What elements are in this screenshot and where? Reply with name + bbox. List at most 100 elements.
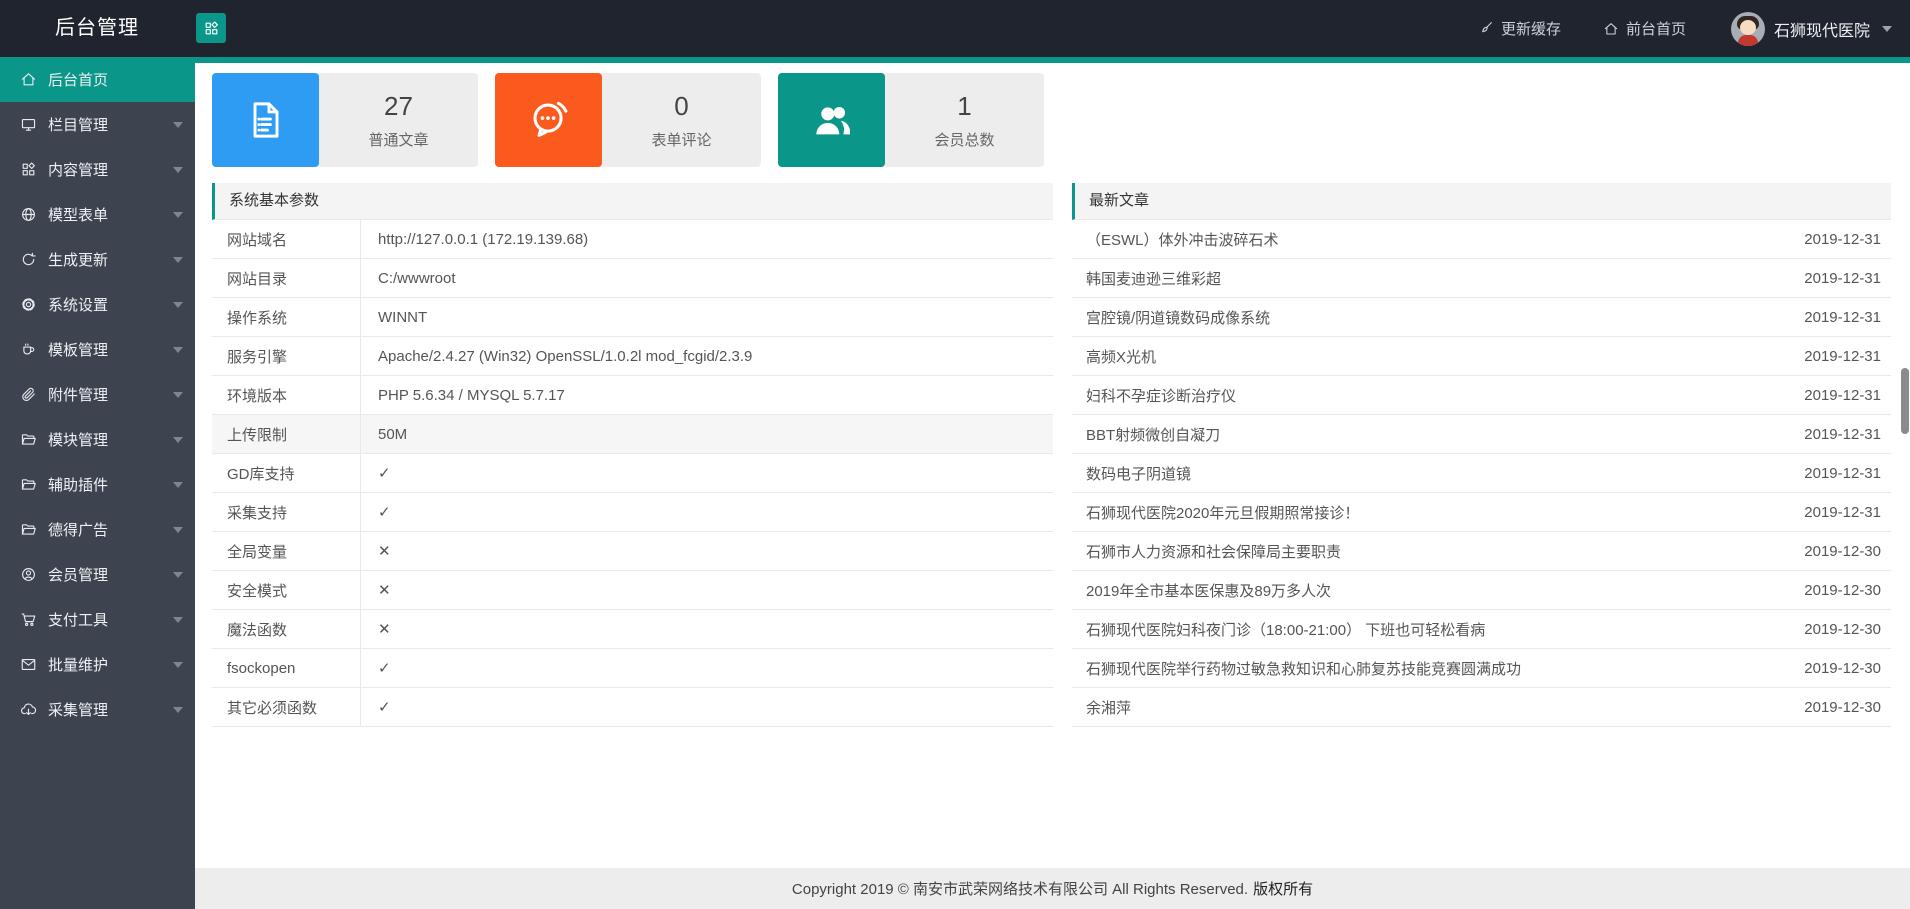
cross-mark: ✕ — [361, 610, 1053, 648]
sidebar-item-batch-maintenance[interactable]: 批量维护 — [0, 642, 195, 687]
article-link[interactable]: （ESWL）体外冲击波碎石术 — [1072, 229, 1804, 250]
latest-articles-panel: 最新文章 （ESWL）体外冲击波碎石术2019-12-31 韩国麦迪逊三维彩超2… — [1072, 183, 1891, 727]
avatar-face — [1740, 20, 1756, 35]
chevron-down-icon — [173, 572, 183, 578]
sidebar-item-content-mgmt[interactable]: 内容管理 — [0, 147, 195, 192]
article-link[interactable]: 数码电子阴道镜 — [1072, 463, 1804, 484]
cross-mark: ✕ — [361, 532, 1053, 570]
article-link[interactable]: 余湘萍 — [1072, 697, 1804, 718]
stat-card-members[interactable]: 1 会员总数 — [778, 73, 1044, 167]
article-date: 2019-12-30 — [1804, 660, 1891, 677]
footer: Copyright 2019 © 南安市武荣网络技术有限公司 All Right… — [195, 868, 1910, 909]
stat-value: 1 — [957, 91, 971, 122]
article-link[interactable]: 妇科不孕症诊断治疗仪 — [1072, 385, 1804, 406]
paperclip-icon — [20, 386, 37, 403]
sidebar-item-column-mgmt[interactable]: 栏目管理 — [0, 102, 195, 147]
param-label: 采集支持 — [212, 493, 361, 531]
param-label: 其它必须函数 — [212, 688, 361, 726]
table-row: 网站目录C:/wwwroot — [212, 259, 1053, 298]
folder-icon — [20, 476, 37, 493]
stat-card-articles[interactable]: 27 普通文章 — [212, 73, 478, 167]
top-bar: 后台管理 更新缓存 前台首页 石狮现代医院 — [0, 0, 1910, 57]
sidebar-item-label: 后台首页 — [48, 69, 183, 90]
chevron-down-icon — [173, 707, 183, 713]
sidebar-item-label: 附件管理 — [48, 384, 173, 405]
sidebar-item-generate-update[interactable]: 生成更新 — [0, 237, 195, 282]
check-mark: ✓ — [361, 688, 1053, 726]
chevron-down-icon — [173, 662, 183, 668]
table-row: 妇科不孕症诊断治疗仪2019-12-31 — [1072, 376, 1891, 415]
param-value: Apache/2.4.27 (Win32) OpenSSL/1.0.2l mod… — [361, 337, 1053, 375]
param-label: 魔法函数 — [212, 610, 361, 648]
table-row: 数码电子阴道镜2019-12-31 — [1072, 454, 1891, 493]
sidebar-item-dede-ads[interactable]: 德得广告 — [0, 507, 195, 552]
stat-info: 1 会员总数 — [885, 73, 1044, 167]
chevron-down-icon — [173, 347, 183, 353]
sidebar-item-payment-tools[interactable]: 支付工具 — [0, 597, 195, 642]
rights-link[interactable]: 版权所有 — [1253, 878, 1313, 899]
table-row: 网站域名http://127.0.0.1 (172.19.139.68) — [212, 220, 1053, 259]
article-link[interactable]: 韩国麦迪逊三维彩超 — [1072, 268, 1804, 289]
article-link[interactable]: 石狮现代医院妇科夜门诊（18:00-21:00） 下班也可轻松看病 — [1072, 619, 1804, 640]
front-home-button[interactable]: 前台首页 — [1603, 18, 1686, 39]
article-link[interactable]: 宫腔镜/阴道镜数码成像系统 — [1072, 307, 1804, 328]
article-link[interactable]: 石狮现代医院2020年元旦假期照常接诊！ — [1072, 502, 1804, 523]
article-link[interactable]: 石狮市人力资源和社会保障局主要职责 — [1072, 541, 1804, 562]
sidebar-item-system-settings[interactable]: 系统设置 — [0, 282, 195, 327]
dashboard-grid-button[interactable] — [196, 13, 226, 43]
sidebar-item-template-mgmt[interactable]: 模板管理 — [0, 327, 195, 372]
article-link[interactable]: 2019年全市基本医保惠及89万多人次 — [1072, 580, 1804, 601]
article-date: 2019-12-30 — [1804, 543, 1891, 560]
article-link[interactable]: 高频X光机 — [1072, 346, 1804, 367]
app-title: 后台管理 — [55, 0, 139, 57]
user-circle-icon — [20, 566, 37, 583]
table-row: 石狮现代医院妇科夜门诊（18:00-21:00） 下班也可轻松看病2019-12… — [1072, 610, 1891, 649]
gear-icon — [20, 296, 37, 313]
table-row: 石狮现代医院举行药物过敏急救知识和心肺复苏技能竞赛圆满成功2019-12-30 — [1072, 649, 1891, 688]
sidebar-item-collection-mgmt[interactable]: 采集管理 — [0, 687, 195, 732]
table-row: 操作系统WINNT — [212, 298, 1053, 337]
param-label: 全局变量 — [212, 532, 361, 570]
article-date: 2019-12-30 — [1804, 699, 1891, 716]
article-date: 2019-12-31 — [1804, 426, 1891, 443]
scrollbar-thumb[interactable] — [1901, 368, 1909, 434]
table-row: 高频X光机2019-12-31 — [1072, 337, 1891, 376]
copyright-text: Copyright 2019 © 南安市武荣网络技术有限公司 All Right… — [792, 878, 1248, 899]
article-link[interactable]: BBT射频微创自凝刀 — [1072, 424, 1804, 445]
table-row: 采集支持✓ — [212, 493, 1053, 532]
sidebar-item-model-form[interactable]: 模型表单 — [0, 192, 195, 237]
refresh-icon — [20, 251, 37, 268]
folder-icon — [20, 521, 37, 538]
article-date: 2019-12-31 — [1804, 231, 1891, 248]
article-date: 2019-12-30 — [1804, 621, 1891, 638]
sidebar-item-module-mgmt[interactable]: 模块管理 — [0, 417, 195, 462]
mail-icon — [20, 656, 37, 673]
sidebar-item-member-mgmt[interactable]: 会员管理 — [0, 552, 195, 597]
param-label: GD库支持 — [212, 454, 361, 492]
sidebar-item-backend-home[interactable]: 后台首页 — [0, 57, 195, 102]
param-value: WINNT — [361, 298, 1053, 336]
avatar[interactable] — [1731, 12, 1765, 46]
sidebar-item-attachment-mgmt[interactable]: 附件管理 — [0, 372, 195, 417]
stat-info: 27 普通文章 — [319, 73, 478, 167]
update-cache-button[interactable]: 更新缓存 — [1477, 18, 1561, 39]
table-row: GD库支持✓ — [212, 454, 1053, 493]
chevron-down-icon — [173, 482, 183, 488]
comment-icon — [495, 73, 602, 167]
table-row: （ESWL）体外冲击波碎石术2019-12-31 — [1072, 220, 1891, 259]
param-label: 安全模式 — [212, 571, 361, 609]
panel-title: 最新文章 — [1072, 183, 1891, 220]
sidebar-item-aux-plugins[interactable]: 辅助插件 — [0, 462, 195, 507]
param-label: 上传限制 — [212, 415, 361, 453]
stat-label: 会员总数 — [934, 129, 994, 150]
sidebar: 后台首页 栏目管理 内容管理 模型表单 生成更新 系统设置 模板管理 附件管理 … — [0, 57, 195, 909]
users-icon — [778, 73, 885, 167]
folder-icon — [20, 431, 37, 448]
stat-card-comments[interactable]: 0 表单评论 — [495, 73, 761, 167]
chevron-down-icon[interactable] — [1882, 26, 1892, 32]
article-date: 2019-12-31 — [1804, 270, 1891, 287]
user-name[interactable]: 石狮现代医院 — [1774, 17, 1870, 41]
article-link[interactable]: 石狮现代医院举行药物过敏急救知识和心肺复苏技能竞赛圆满成功 — [1072, 658, 1804, 679]
article-date: 2019-12-31 — [1804, 309, 1891, 326]
table-row: 宫腔镜/阴道镜数码成像系统2019-12-31 — [1072, 298, 1891, 337]
